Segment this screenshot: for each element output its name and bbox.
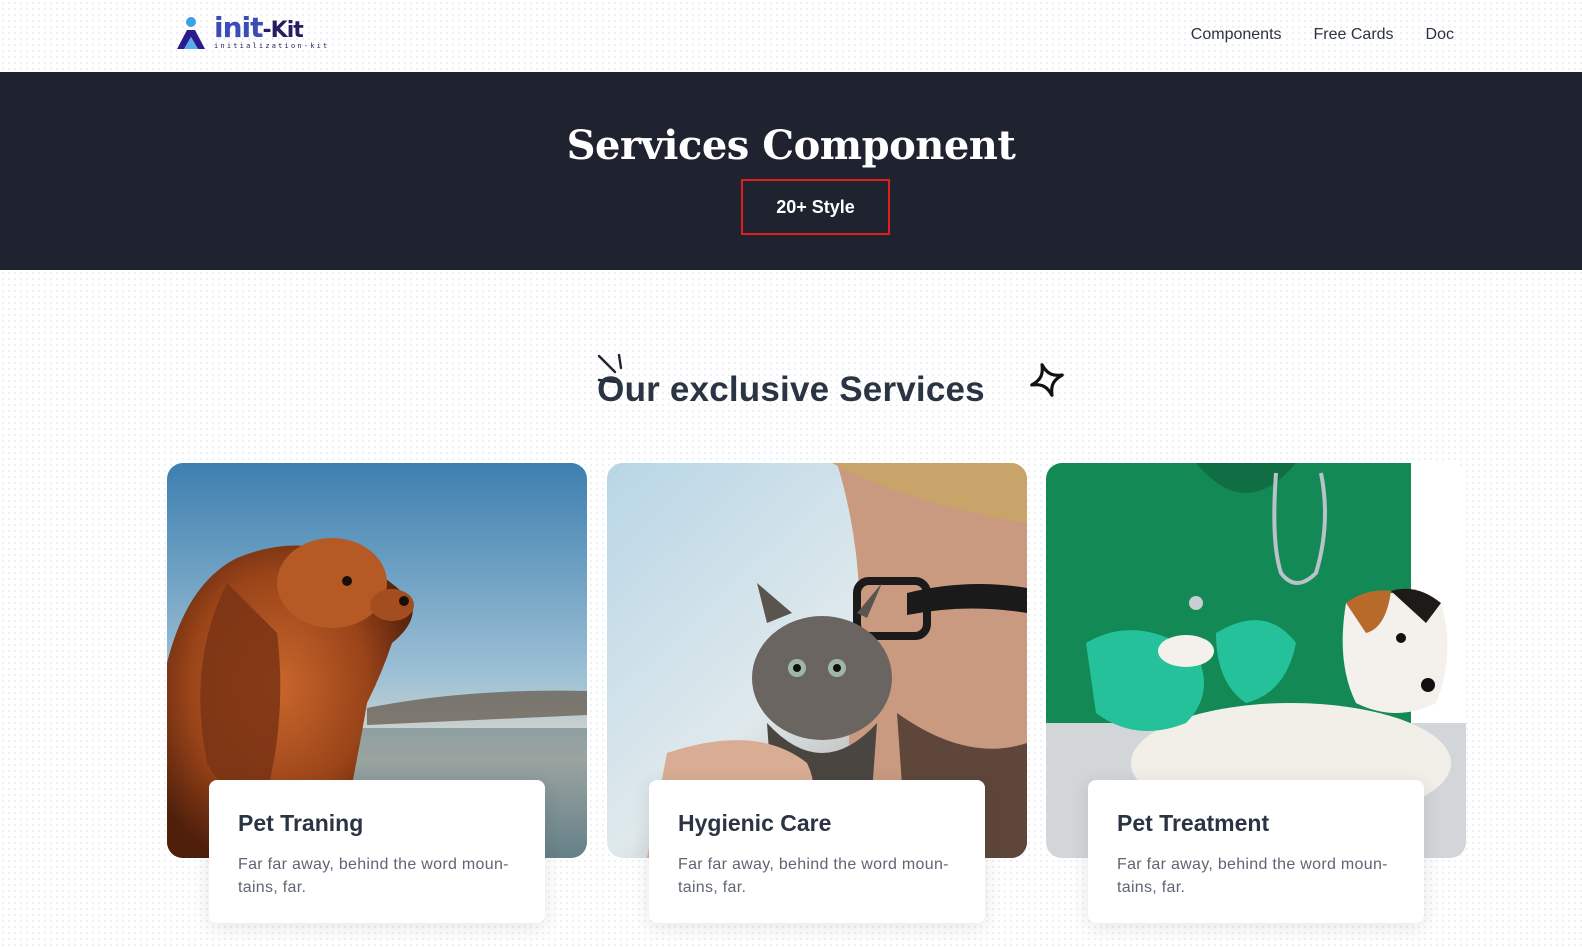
nav-components-link[interactable]: Components [1191, 26, 1282, 44]
main-nav: Components Free Cards Doc [1191, 26, 1454, 44]
hero-banner: Services Component 20+ Style [0, 72, 1582, 270]
four-point-star-icon [1030, 363, 1064, 397]
page-title: Services Component [566, 122, 1016, 169]
style-count-badge: 20+ Style [741, 179, 890, 235]
card-description: Far far away, behind the word moun-tains… [238, 856, 509, 896]
nav-doc-link[interactable]: Doc [1426, 26, 1454, 44]
logo-word: init [214, 11, 264, 44]
service-card[interactable]: Pet Traning Far far away, behind the wor… [167, 463, 587, 923]
logo-kit: -Kit [262, 18, 304, 43]
card-title: Hygienic Care [678, 810, 832, 836]
logo-text: init-Kit initialization-kit [214, 14, 329, 50]
service-card[interactable]: Hygienic Care Far far away, behind the w… [607, 463, 1027, 923]
card-description: Far far away, behind the word moun-tains… [1117, 856, 1388, 896]
card-description: Far far away, behind the word moun-tains… [678, 856, 949, 896]
logo-tagline: initialization-kit [214, 42, 330, 50]
nav-free-cards-link[interactable]: Free Cards [1314, 26, 1394, 44]
card-title: Pet Treatment [1117, 810, 1270, 836]
logo-person-icon [174, 16, 208, 52]
service-card[interactable]: Pet Treatment Far far away, behind the w… [1046, 463, 1466, 923]
top-navbar: init-Kit initialization-kit Components F… [0, 0, 1582, 72]
card-content: Pet Traning Far far away, behind the wor… [209, 780, 545, 923]
section-title: Our exclusive Services [597, 370, 985, 409]
card-content: Hygienic Care Far far away, behind the w… [649, 780, 985, 923]
card-content: Pet Treatment Far far away, behind the w… [1088, 780, 1424, 923]
card-title: Pet Traning [238, 810, 364, 836]
brand-logo[interactable]: init-Kit initialization-kit [174, 14, 329, 58]
services-heading: Our exclusive Services [0, 352, 1582, 422]
